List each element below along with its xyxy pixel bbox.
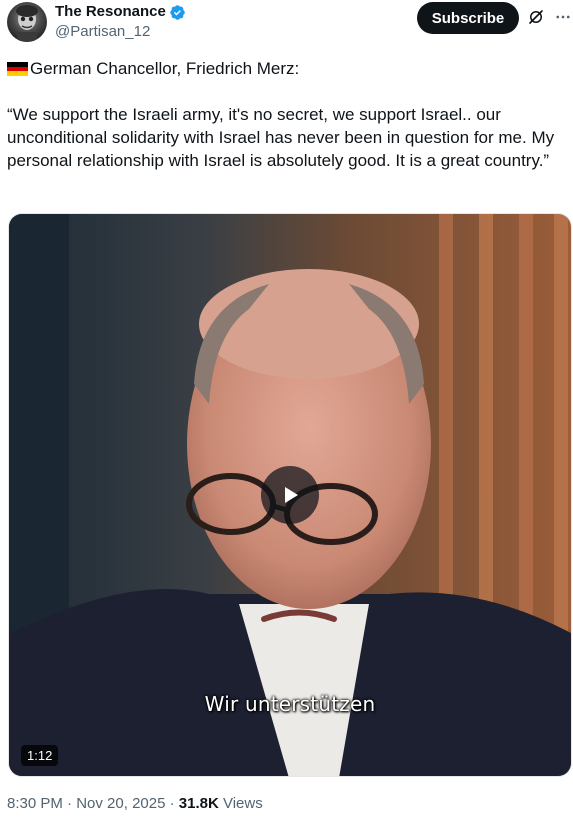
video-player[interactable]: Wir unterstützen 1:12 — [8, 213, 572, 777]
post-text: German Chancellor, Friedrich Merz: “We s… — [7, 57, 562, 172]
play-icon — [285, 487, 298, 503]
meta-separator: · — [62, 795, 77, 812]
german-flag-icon — [7, 62, 28, 76]
post-time[interactable]: 8:30 PM — [7, 795, 63, 812]
post-quote: “We support the Israeli army, it's no se… — [7, 105, 555, 170]
views-count[interactable]: 31.8K — [179, 795, 219, 812]
post-header: The Resonance @Partisan_12 Subscribe — [0, 0, 573, 50]
post-meta: 8:30 PM · Nov 20, 2025 · 31.8K Views — [7, 795, 263, 813]
grok-slash-icon[interactable] — [527, 8, 545, 26]
play-button[interactable] — [261, 466, 319, 524]
author-handle[interactable]: @Partisan_12 — [55, 23, 150, 41]
views-label: Views — [218, 795, 263, 812]
author-display-name[interactable]: The Resonance — [55, 3, 166, 21]
video-duration: 1:12 — [21, 745, 59, 766]
avatar[interactable] — [7, 2, 47, 42]
subscribe-button[interactable]: Subscribe — [417, 2, 519, 34]
post-intro: German Chancellor, Friedrich Merz: — [30, 59, 300, 78]
more-dots-icon[interactable] — [554, 8, 572, 26]
verified-badge-icon — [170, 4, 185, 20]
meta-separator: · — [165, 795, 179, 812]
video-subtitle: Wir unterstützen — [204, 692, 376, 716]
post-date[interactable]: Nov 20, 2025 — [76, 795, 165, 812]
